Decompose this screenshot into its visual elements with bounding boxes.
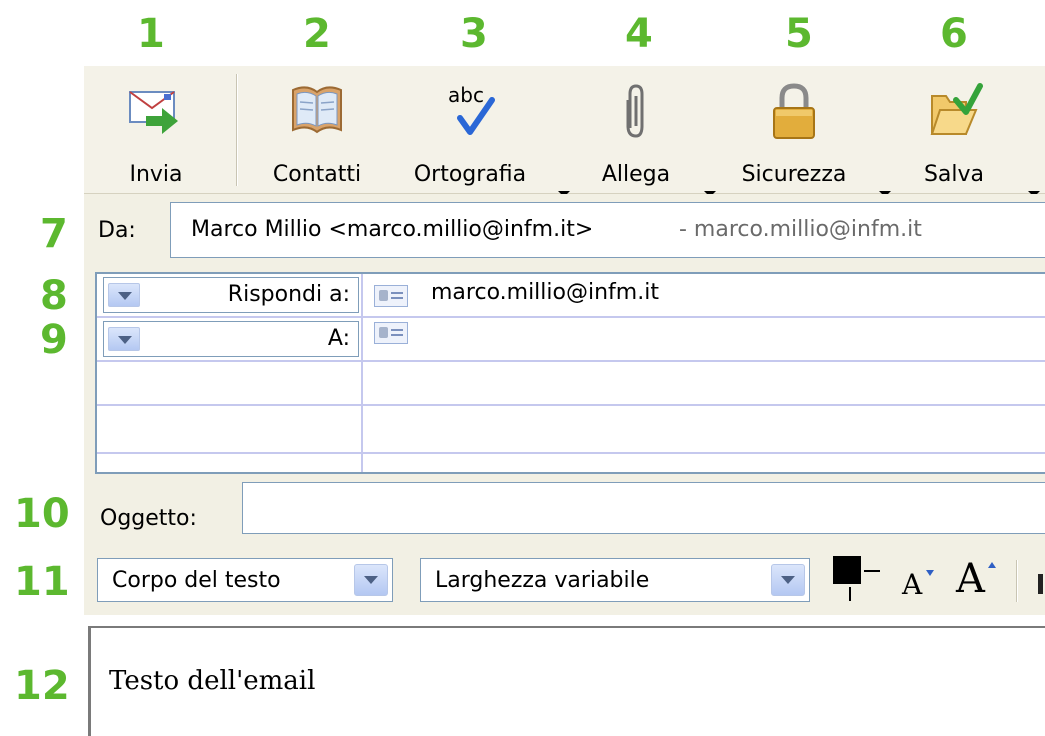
recipient-type-select[interactable]: Rispondi a: bbox=[103, 277, 359, 313]
format-separator bbox=[1016, 560, 1018, 602]
chevron-down-icon[interactable] bbox=[108, 327, 140, 351]
attach-label: Allega bbox=[601, 162, 671, 187]
send-mail-icon bbox=[129, 91, 178, 134]
message-body[interactable]: Testo dell'email bbox=[88, 626, 1045, 736]
from-label: Da: bbox=[98, 218, 136, 243]
callout-9: 9 bbox=[40, 317, 68, 363]
send-label: Invia bbox=[129, 162, 183, 187]
callout-12: 12 bbox=[14, 663, 70, 709]
recipient-type-select[interactable]: A: bbox=[103, 321, 359, 357]
address-book-icon bbox=[292, 86, 342, 134]
spell-check-icon: abc bbox=[448, 83, 495, 135]
recipient-list: Rispondi a: marco.millio@infm.it A: bbox=[95, 272, 1045, 474]
callout-2: 2 bbox=[303, 11, 331, 57]
callout-4: 4 bbox=[625, 11, 653, 57]
save-label: Salva bbox=[923, 162, 985, 187]
recipient-type-label: Rispondi a: bbox=[227, 282, 350, 307]
callout-6: 6 bbox=[940, 11, 968, 57]
callout-5: 5 bbox=[785, 11, 813, 57]
callout-8: 8 bbox=[40, 273, 68, 319]
decrease-font-size-button[interactable]: A bbox=[902, 568, 934, 601]
save-folder-icon bbox=[930, 83, 983, 135]
contact-card-icon[interactable] bbox=[374, 322, 408, 344]
paperclip-icon bbox=[626, 84, 644, 138]
recipient-row-reply-to: Rispondi a: marco.millio@infm.it bbox=[97, 274, 1045, 318]
subject-input[interactable] bbox=[242, 482, 1045, 534]
chevron-down-icon[interactable] bbox=[771, 564, 805, 596]
increase-font-glyph: A bbox=[956, 556, 985, 602]
contact-card-icon[interactable] bbox=[374, 285, 408, 307]
callout-3: 3 bbox=[460, 11, 488, 57]
toolbar-separator bbox=[236, 74, 238, 186]
security-label: Sicurezza bbox=[741, 162, 847, 187]
send-button[interactable]: Invia bbox=[104, 80, 208, 190]
increase-font-size-button[interactable]: A bbox=[956, 556, 996, 602]
recipient-type-label: A: bbox=[327, 326, 350, 351]
font-value: Larghezza variabile bbox=[435, 568, 650, 593]
bold-icon[interactable] bbox=[1038, 574, 1043, 594]
paragraph-style-select[interactable]: Corpo del testo bbox=[97, 558, 393, 602]
save-button[interactable]: Salva bbox=[909, 80, 999, 190]
decrease-font-glyph: A bbox=[902, 568, 923, 601]
contacts-button[interactable]: Contatti bbox=[262, 80, 372, 190]
paragraph-style-value: Corpo del testo bbox=[112, 568, 281, 593]
contacts-label: Contatti bbox=[272, 162, 362, 187]
chevron-down-icon[interactable] bbox=[108, 283, 140, 307]
callout-10: 10 bbox=[14, 491, 70, 537]
text-color-icon[interactable] bbox=[832, 555, 884, 607]
compose-toolbar: Invia Contatti abc Ortografia Allega Sic… bbox=[84, 66, 1045, 197]
spell-check-icon-text: abc bbox=[448, 83, 484, 107]
recipient-row-empty[interactable] bbox=[97, 362, 1045, 406]
attach-button[interactable]: Allega bbox=[586, 80, 686, 190]
message-body-text: Testo dell'email bbox=[109, 666, 316, 696]
chevron-down-icon[interactable] bbox=[354, 564, 388, 596]
from-select[interactable]: Marco Millio <marco.millio@infm.it> - ma… bbox=[170, 202, 1045, 258]
spelling-button[interactable]: abc Ortografia bbox=[400, 80, 540, 190]
callout-1: 1 bbox=[137, 11, 165, 57]
lock-icon bbox=[773, 83, 815, 139]
subject-label: Oggetto: bbox=[100, 506, 197, 531]
from-value: Marco Millio <marco.millio@infm.it> bbox=[191, 217, 594, 242]
callout-11: 11 bbox=[14, 559, 70, 605]
from-account: - marco.millio@infm.it bbox=[679, 217, 922, 242]
security-button[interactable]: Sicurezza bbox=[724, 80, 864, 190]
arrow-up-icon bbox=[988, 562, 996, 568]
font-select[interactable]: Larghezza variabile bbox=[420, 558, 810, 602]
recipient-row-empty[interactable] bbox=[97, 406, 1045, 454]
arrow-down-icon bbox=[926, 570, 934, 576]
callout-7: 7 bbox=[40, 211, 68, 257]
recipient-address[interactable]: marco.millio@infm.it bbox=[431, 280, 659, 305]
recipient-row-to: A: bbox=[97, 318, 1045, 362]
spelling-label: Ortografia bbox=[413, 162, 527, 187]
